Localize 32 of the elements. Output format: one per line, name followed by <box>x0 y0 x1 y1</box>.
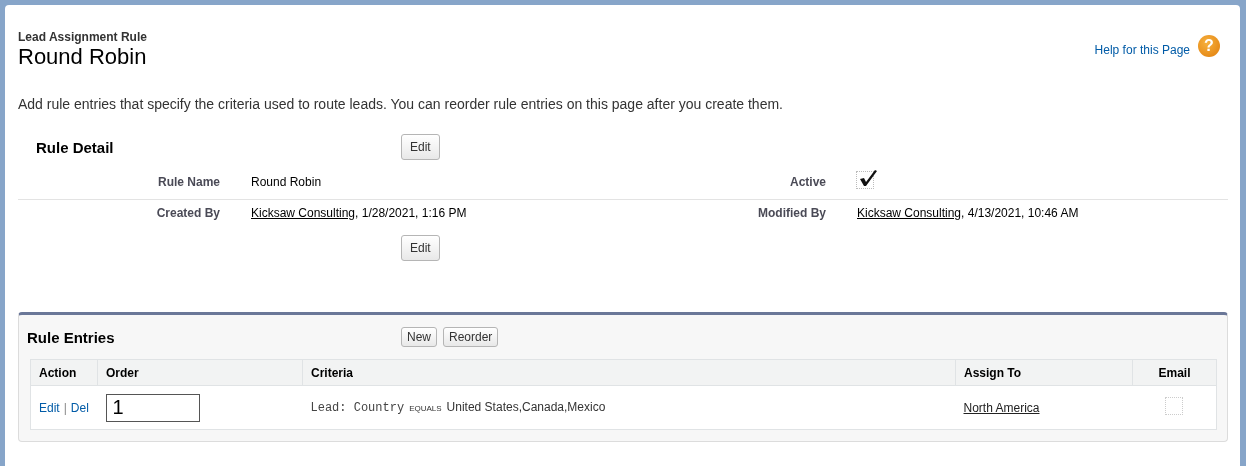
help-link[interactable]: Help for this Page <box>1094 43 1190 57</box>
criteria-field: Lead: Country <box>310 401 405 415</box>
assignee-link[interactable]: North America <box>963 400 1040 415</box>
timestamp: , 4/13/2021, 10:46 AM <box>961 206 1079 220</box>
page-title: Round Robin <box>18 44 147 70</box>
column-header: Action <box>30 359 98 386</box>
timestamp: , 1/28/2021, 1:16 PM <box>355 206 467 220</box>
user-link[interactable]: Kicksaw Consulting <box>857 206 962 220</box>
column-header: Email <box>1132 359 1217 386</box>
column-header: Criteria <box>302 359 956 386</box>
edit-link[interactable]: Edit <box>39 400 60 415</box>
column-header: Assign To <box>955 359 1133 386</box>
separator: | <box>63 400 67 415</box>
field-label: Active <box>788 174 826 191</box>
field-label: Rule Name <box>156 174 220 191</box>
edit-button[interactable]: Edit <box>401 134 440 160</box>
criteria-value: United States,Canada,Mexico <box>446 400 606 414</box>
new-button[interactable]: New <box>401 327 437 347</box>
reorder-button[interactable]: Reorder <box>443 327 499 347</box>
delete-link[interactable]: Del <box>70 400 89 415</box>
field-label: Modified By <box>757 205 826 222</box>
section-title: Rule Detail <box>35 138 115 156</box>
column-header: Order <box>97 359 303 386</box>
breadcrumb: Lead Assignment Rule <box>18 30 147 44</box>
edit-button[interactable]: Edit <box>401 235 440 261</box>
order-field[interactable]: 1 <box>105 393 200 422</box>
field-label: Created By <box>155 205 220 222</box>
description: Add rule entries that specify the criteria used to route leads. You can reorder rule entries on this page after you create them. <box>18 96 784 112</box>
section-title: Rule Entries <box>27 328 116 346</box>
criteria-operator: EQUALS <box>409 404 442 413</box>
field-value: Round Robin <box>251 175 322 189</box>
user-link[interactable]: Kicksaw Consulting <box>251 206 356 220</box>
